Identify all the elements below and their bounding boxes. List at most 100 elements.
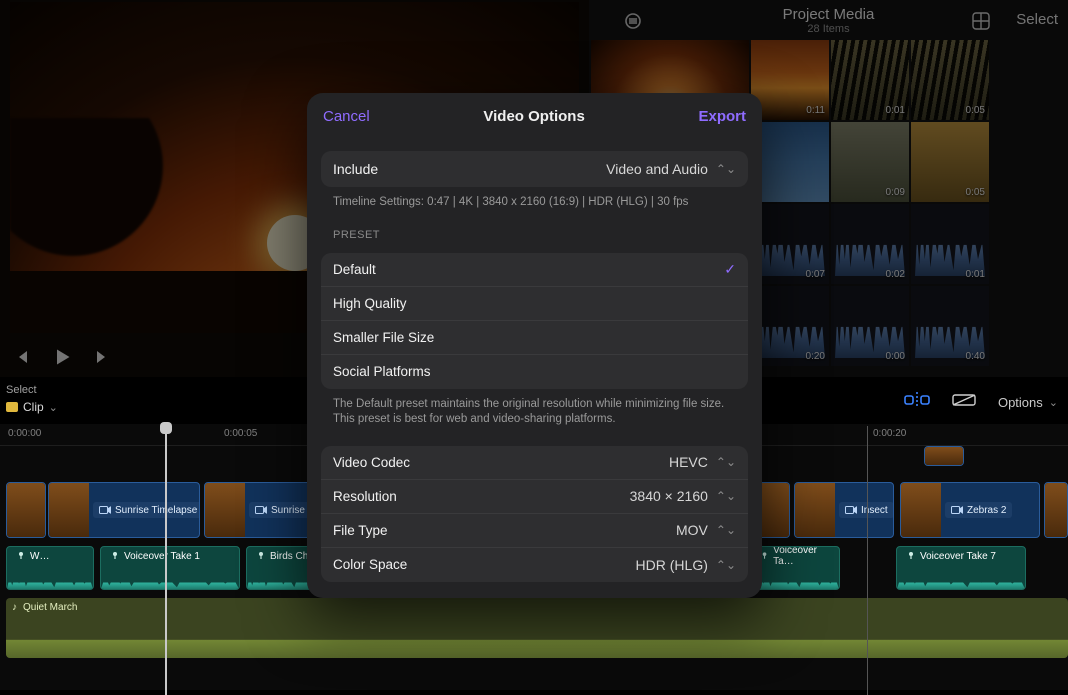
clip-tag: Sunrise: [249, 502, 311, 518]
media-thumbnail[interactable]: 0:02: [831, 204, 909, 284]
setting-key: Video Codec: [333, 455, 410, 470]
check-icon: ✓: [724, 261, 736, 278]
setting-row[interactable]: Resolution3840 × 2160⌃⌄: [321, 480, 748, 514]
secondary-playhead: [867, 426, 868, 695]
thumb-duration: 0:05: [966, 105, 985, 116]
preset-name: High Quality: [333, 296, 407, 311]
clip-thumb: [1045, 483, 1068, 537]
setting-row[interactable]: Video Codec HEVC ⌃⌄: [321, 446, 748, 480]
split-clip-icon[interactable]: [904, 390, 930, 415]
media-thumbnail[interactable]: 0:20: [751, 286, 829, 366]
setting-row[interactable]: Color Space HDR (HLG) ⌃⌄: [321, 548, 748, 582]
right-tools: Options ⌄: [904, 390, 1058, 415]
clip-label: Clip: [23, 400, 44, 414]
media-thumbnail[interactable]: 0:05: [911, 40, 989, 120]
audio-clip[interactable]: Voiceover Ta…: [750, 546, 840, 590]
updown-icon: ⌃⌄: [716, 489, 736, 503]
updown-icon: ⌃⌄: [716, 558, 736, 572]
preset-name: Social Platforms: [333, 364, 431, 379]
video-clip[interactable]: Insect: [794, 482, 894, 538]
media-header: Project Media 28 Items Select: [589, 0, 1068, 40]
clip-tag: Voiceover Ta…: [755, 549, 839, 563]
chevron-down-icon: ⌄: [1049, 396, 1058, 409]
thumb-duration: 0:01: [886, 105, 905, 116]
video-clip[interactable]: Zebras 2: [900, 482, 1040, 538]
tree-graphic: [10, 118, 190, 278]
media-thumbnail[interactable]: 0:09: [831, 122, 909, 202]
clip-dropdown[interactable]: Clip ⌄: [6, 400, 58, 414]
preset-option[interactable]: Smaller File Size: [321, 321, 748, 355]
media-subtitle: 28 Items: [783, 23, 875, 35]
clip-thumb: [7, 483, 46, 537]
thumb-duration: 0:07: [806, 269, 825, 280]
video-clip[interactable]: Sunrise: [204, 482, 314, 538]
video-clip[interactable]: Sunrise Timelapse: [48, 482, 200, 538]
preset-option[interactable]: Default ✓: [321, 253, 748, 287]
media-thumbnail[interactable]: 0:05: [911, 122, 989, 202]
video-clip[interactable]: [1044, 482, 1068, 538]
updown-icon: ⌃⌄: [716, 455, 736, 469]
options-dropdown[interactable]: Options ⌄: [998, 395, 1058, 410]
preset-name: Default: [333, 262, 376, 277]
viewer-prev-frame-button[interactable]: [10, 345, 34, 369]
thumb-duration: 0:11: [806, 105, 825, 116]
media-thumbnail[interactable]: 0:00: [831, 286, 909, 366]
setting-value: HEVC: [669, 454, 708, 470]
setting-row[interactable]: File Type MOV⌃⌄: [321, 514, 748, 548]
video-options-modal: Cancel Video Options Export Include Vide…: [307, 93, 762, 598]
sort-icon[interactable]: [623, 12, 643, 35]
include-row[interactable]: Include Video and Audio ⌃⌄: [321, 151, 748, 187]
viewer-next-frame-button[interactable]: [90, 345, 114, 369]
viewer-play-button[interactable]: [50, 345, 74, 369]
clip-thumb: [925, 447, 964, 465]
setting-value-wrap: MOV⌃⌄: [676, 522, 736, 538]
clip-icon: [6, 402, 18, 412]
thumb-duration: 0:00: [886, 351, 905, 362]
thumb-duration: 0:20: [806, 351, 825, 362]
audio-clip[interactable]: W…: [6, 546, 94, 590]
preset-description: The Default preset maintains the origina…: [333, 397, 736, 428]
cancel-button[interactable]: Cancel: [323, 108, 370, 125]
setting-key: File Type: [333, 523, 388, 538]
audio-clip[interactable]: Voiceover Take 1: [100, 546, 240, 590]
thumb-duration: 0:02: [886, 269, 905, 280]
media-thumbnail[interactable]: 0:40: [911, 286, 989, 366]
audio-clip[interactable]: Voiceover Take 7: [896, 546, 1026, 590]
setting-value-wrap: HEVC ⌃⌄: [669, 454, 736, 470]
clip-tag: Voiceover Take 7: [901, 549, 1001, 563]
video-clip[interactable]: Cr…: [6, 482, 46, 538]
export-button[interactable]: Export: [698, 108, 746, 125]
video-clip[interactable]: Cr…: [924, 446, 964, 466]
thumb-duration: 0:05: [966, 187, 985, 198]
include-label: Include: [333, 161, 378, 177]
preset-option[interactable]: Social Platforms: [321, 355, 748, 389]
updown-icon: ⌃⌄: [716, 162, 736, 176]
clip-tag: Sunrise Timelapse: [93, 502, 200, 518]
setting-key: Color Space: [333, 557, 407, 572]
setting-value-wrap: 3840 × 2160⌃⌄: [630, 488, 736, 504]
preset-section-label: PRESET: [333, 229, 736, 241]
media-thumbnail[interactable]: 0:11: [751, 40, 829, 120]
setting-value: HDR (HLG): [636, 557, 708, 573]
ruler-tick: 0:00:00: [8, 428, 41, 439]
modal-header: Cancel Video Options Export: [307, 93, 762, 139]
transition-icon[interactable]: [952, 390, 976, 415]
chevron-down-icon: ⌄: [49, 401, 58, 414]
media-thumbnail[interactable]: 0:01: [831, 40, 909, 120]
options-label: Options: [998, 395, 1043, 410]
clip-tag: Zebras 2: [945, 502, 1012, 518]
ruler-tick: 0:00:05: [224, 428, 257, 439]
media-thumbnail[interactable]: 0:07: [751, 204, 829, 284]
select-button[interactable]: Select: [1016, 11, 1058, 28]
preset-option[interactable]: High Quality: [321, 287, 748, 321]
thumb-duration: 0:09: [886, 187, 905, 198]
media-thumbnail[interactable]: 0:01: [911, 204, 989, 284]
playhead[interactable]: [165, 422, 167, 695]
clip-tag: Birds Ch: [251, 549, 313, 563]
media-title-block: Project Media 28 Items: [783, 6, 875, 35]
grid-view-icon[interactable]: [972, 12, 990, 35]
export-settings-list: Video CodecHEVC⌃⌄Resolution3840 × 2160⌃⌄…: [321, 446, 748, 582]
thumb-duration: 0:40: [966, 351, 985, 362]
modal-title: Video Options: [483, 108, 584, 125]
clip-thumb: [205, 483, 245, 537]
